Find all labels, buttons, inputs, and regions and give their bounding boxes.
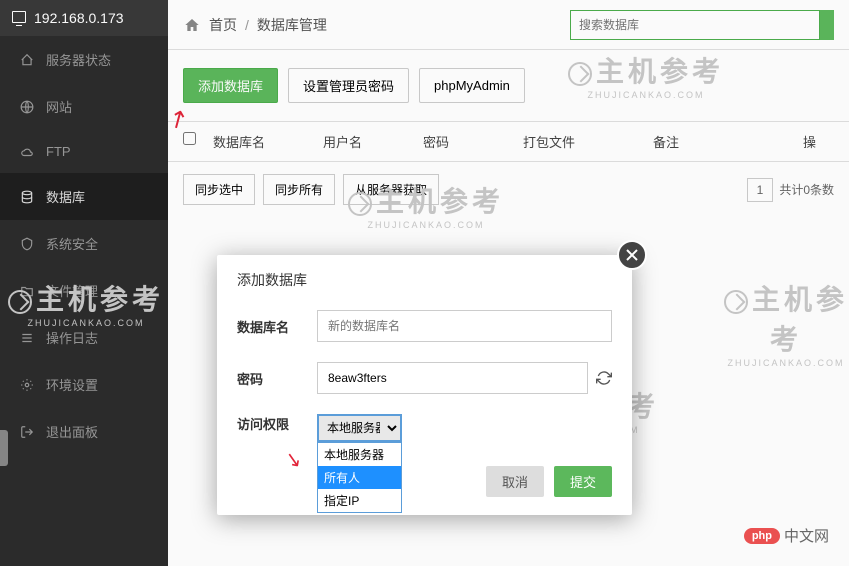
dropdown-option-ip[interactable]: 指定IP xyxy=(318,489,401,512)
submit-button[interactable]: 提交 xyxy=(554,466,612,497)
password-input[interactable] xyxy=(317,362,588,394)
form-row-password: 密码 xyxy=(217,352,632,404)
modal-title: 添加数据库 xyxy=(217,255,632,300)
php-logo: php xyxy=(744,528,780,544)
permission-select[interactable]: 本地服务器 xyxy=(317,414,402,442)
modal-footer: 取消 提交 xyxy=(217,452,632,515)
database-name-input[interactable] xyxy=(317,310,612,342)
pwd-label: 密码 xyxy=(237,369,317,388)
add-database-modal: 添加数据库 数据库名 密码 访问权限 ↘ 本地服务器 本地服务器 所有人 指定 xyxy=(217,255,632,515)
refresh-icon[interactable] xyxy=(596,370,612,386)
cancel-button[interactable]: 取消 xyxy=(486,466,544,497)
form-row-name: 数据库名 xyxy=(217,300,632,352)
permission-select-wrap: ↘ 本地服务器 本地服务器 所有人 指定IP xyxy=(317,414,402,442)
name-label: 数据库名 xyxy=(237,317,317,336)
modal-overlay: 添加数据库 数据库名 密码 访问权限 ↘ 本地服务器 本地服务器 所有人 指定 xyxy=(0,0,849,566)
php-badge: php 中文网 xyxy=(744,525,829,546)
close-icon xyxy=(626,249,638,261)
dropdown-option-everyone[interactable]: 所有人 xyxy=(318,466,401,489)
php-badge-text: 中文网 xyxy=(784,525,829,546)
close-button[interactable] xyxy=(617,240,647,270)
dropdown-option-local[interactable]: 本地服务器 xyxy=(318,443,401,466)
permission-dropdown: 本地服务器 所有人 指定IP xyxy=(317,442,402,513)
form-row-permission: 访问权限 ↘ 本地服务器 本地服务器 所有人 指定IP xyxy=(217,404,632,452)
perm-label: 访问权限 xyxy=(237,414,317,433)
